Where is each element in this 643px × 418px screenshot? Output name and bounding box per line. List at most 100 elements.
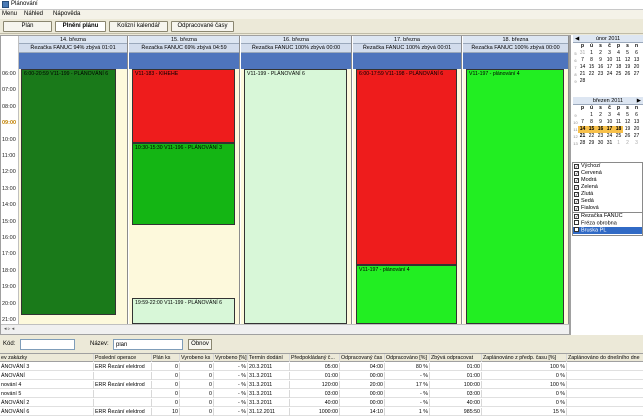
table-row[interactable]: ÁNOVÁNÍ 200- % 31.3.2011 40:00 00:00- % 40:0… [0, 399, 643, 407]
machine-filter-item[interactable]: Bruska PL [573, 227, 642, 234]
calendar-day[interactable]: 11 [614, 57, 623, 64]
day-column[interactable]: 16. března Řezačka FANUC 100% zbývá 00:00… [241, 36, 352, 324]
planned-event[interactable]: V11-197 - plánování 4 [466, 69, 564, 324]
calendar-day[interactable]: 22 [587, 133, 596, 140]
calendar-day[interactable]: 23 [596, 133, 605, 140]
next-month-icon[interactable]: ▶ [637, 97, 641, 105]
calendar-day[interactable]: 21 [578, 71, 587, 78]
kolizni-kalendar-button[interactable]: Kolizní kalendář [109, 21, 168, 32]
column-header[interactable]: Vyrobeno [%] [214, 354, 248, 362]
calendar-day[interactable]: 14 [578, 64, 587, 71]
planned-event[interactable]: 19:59-22:00 V11-199 - PLÁNOVÁNÍ 6 [132, 298, 235, 324]
day-column[interactable]: 14. března Řezačka FANUC 94% zbývá 01:01 6… [19, 36, 128, 324]
calendar-day[interactable]: 27 [632, 133, 641, 140]
color-filter-item[interactable]: ✓ Šedá [573, 198, 642, 205]
calendar-day[interactable]: 24 [605, 133, 614, 140]
calendar-day[interactable]: 5 [623, 50, 632, 57]
calendar-day[interactable]: 2 [623, 140, 632, 147]
calendar-day[interactable]: 4 [614, 112, 623, 119]
column-header[interactable]: Zaplánováno z předp. času [%] [482, 354, 567, 362]
column-header[interactable]: Poslední operace [94, 354, 152, 362]
calendar-day[interactable]: 4 [614, 50, 623, 57]
table-row[interactable]: ÁNOVÁNÍ 0 0- % 31.3.2011 01:00 00:00- % 01:00 0… [0, 372, 643, 380]
checkbox-checked-icon[interactable]: ✓ [574, 163, 579, 169]
calendar-day[interactable]: 6 [632, 50, 641, 57]
calendar-day[interactable]: 5 [623, 112, 632, 119]
calendar-day[interactable]: 16 [596, 126, 605, 133]
calendar-day[interactable] [596, 78, 605, 85]
calendar-day[interactable]: 23 [596, 71, 605, 78]
refresh-button[interactable]: Obnov [188, 339, 212, 350]
calendar-day[interactable] [587, 78, 596, 85]
plneni-planu-button[interactable]: Plnění plánu [55, 21, 106, 32]
menu-item-nahled[interactable]: Náhled [24, 11, 43, 17]
menu-item-napoveda[interactable]: Nápověda [53, 11, 80, 17]
checkbox-icon[interactable] [574, 220, 579, 225]
column-header[interactable]: Zaplánováno do dnešního dne [567, 354, 643, 362]
column-header[interactable]: Odpracovaný čas [340, 354, 385, 362]
calendar-march[interactable]: březen 2011 ▶ p ú s č p s n 9 1 2 3 4 5 6 10 7 8 9 10 11 12 13… [573, 97, 643, 147]
planner-view[interactable]: 06:00 07:00 08:00 09:00 10:00 11:00 12:00 13:00… [0, 35, 570, 335]
calendar-day[interactable]: 19 [623, 64, 632, 71]
calendar-day[interactable]: 2 [596, 50, 605, 57]
planned-event[interactable]: V11-199 - PLÁNOVÁNÍ 6 [244, 69, 347, 324]
kod-input[interactable] [20, 339, 75, 350]
column-header[interactable]: Plán ks [152, 354, 180, 362]
color-filter-item[interactable]: ✓ Výchozí [573, 163, 642, 170]
machine-filter-item[interactable]: ✓ Řezačka FANUC [573, 213, 642, 220]
calendar-day[interactable]: 16 [596, 64, 605, 71]
calendar-day[interactable]: 2 [596, 112, 605, 119]
calendar-day[interactable]: 28 [578, 78, 587, 85]
menu-item-menu[interactable]: Menu [2, 11, 17, 17]
odpracovane-casy-button[interactable]: Odpracované časy [171, 21, 234, 32]
day-column[interactable]: 17. března Řezačka FANUC 100% zbývá 00:01… [353, 36, 462, 324]
checkbox-icon[interactable] [574, 227, 579, 232]
calendar-day[interactable]: 31 [578, 50, 587, 57]
orders-table[interactable]: ev zakázky Poslední operace Plán ks Vyroben… [0, 353, 643, 418]
calendar-day[interactable]: 7 [578, 119, 587, 126]
planned-event[interactable]: 6:00-20:59 V11-199 - PLÁNOVÁNÍ 6 [21, 69, 116, 315]
calendar-day[interactable]: 18 [614, 126, 623, 133]
checkbox-checked-icon[interactable]: ✓ [574, 191, 579, 197]
column-header[interactable]: Předpokládaný č... [290, 354, 340, 362]
calendar-day[interactable] [632, 78, 641, 85]
planned-event[interactable]: 6:00-17:59 V11-198 - PLÁNOVÁNÍ 6 [356, 69, 457, 266]
calendar-day[interactable]: 15 [587, 126, 596, 133]
column-header[interactable]: Odpracováno [%] [385, 354, 430, 362]
checkbox-checked-icon[interactable]: ✓ [574, 184, 579, 190]
color-filter-item[interactable]: ✓ Žlutá [573, 191, 642, 198]
calendar-day[interactable]: 26 [623, 71, 632, 78]
checkbox-checked-icon[interactable]: ✓ [574, 170, 579, 176]
calendar-day[interactable]: 24 [605, 71, 614, 78]
calendar-day[interactable]: 3 [605, 112, 614, 119]
calendar-day[interactable]: 12 [623, 57, 632, 64]
color-filter-item[interactable]: ✓ Červená [573, 170, 642, 177]
planned-event[interactable]: 10:30-15:30 V11-196 - PLÁNOVÁNÍ 3 [132, 142, 235, 225]
calendar-day[interactable] [605, 78, 614, 85]
calendar-day[interactable]: 9 [596, 57, 605, 64]
calendar-day[interactable]: 25 [614, 71, 623, 78]
calendar-day[interactable]: 8 [587, 119, 596, 126]
calendar-day[interactable]: 11 [614, 119, 623, 126]
calendar-day[interactable]: 20 [632, 126, 641, 133]
calendar-day[interactable]: 28 [578, 140, 587, 147]
prev-month-icon[interactable]: ◀ [575, 35, 579, 43]
calendar-day[interactable]: 1 [587, 50, 596, 57]
calendar-day[interactable]: 20 [632, 64, 641, 71]
calendar-day[interactable] [578, 112, 587, 119]
column-header[interactable]: Vyrobeno ks [180, 354, 214, 362]
horizontal-scrollbar[interactable]: ◂ ▹ ◂ [1, 324, 569, 334]
scroll-left-icon[interactable]: ◂ ▹ ◂ [4, 326, 14, 332]
calendar-day[interactable]: 10 [605, 119, 614, 126]
table-row[interactable]: ÁNOVÁNÍ 3 ERR Řezání elektrod 0 0- % 20.3.20… [0, 363, 643, 371]
calendar-day[interactable]: 6 [632, 112, 641, 119]
planned-event[interactable]: V11-183 - KIHEHE [132, 69, 235, 143]
calendar-day[interactable]: 10 [605, 57, 614, 64]
calendar-day[interactable]: 9 [596, 119, 605, 126]
checkbox-checked-icon[interactable]: ✓ [574, 177, 579, 183]
day-column[interactable]: 18. března Řezačka FANUC 100% zbývá 00:00… [463, 36, 569, 324]
nazev-input[interactable] [113, 339, 183, 350]
calendar-day[interactable]: 13 [632, 119, 641, 126]
calendar-day[interactable]: 14 [578, 126, 587, 133]
calendar-day[interactable]: 17 [605, 64, 614, 71]
